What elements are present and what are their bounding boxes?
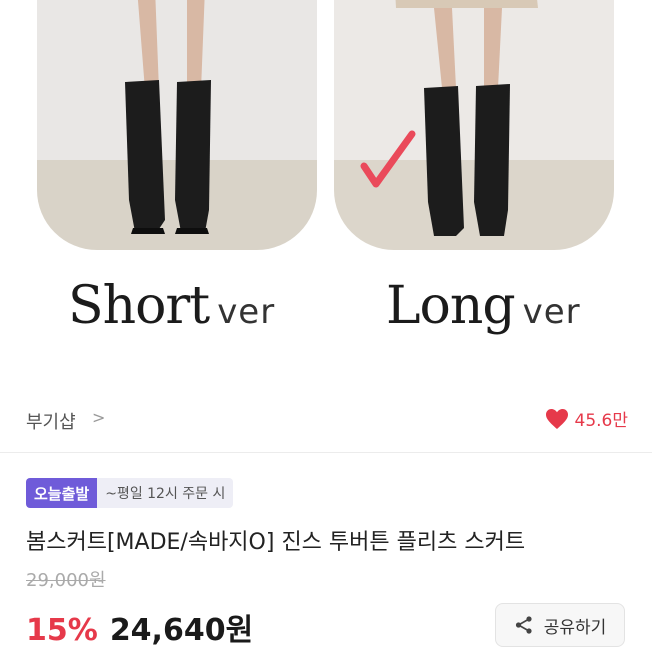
product-image[interactable]: Short ver Long ver — [0, 0, 652, 380]
like-button[interactable]: 45.6만 — [545, 406, 629, 431]
divider — [0, 452, 652, 453]
store-row: 부기샵 > 45.6만 — [0, 400, 652, 440]
store-name-link[interactable]: 부기샵 — [26, 408, 76, 434]
sale-price: 24,640원 — [109, 613, 254, 648]
shipping-badges: 오늘출발 ~평일 12시 주문 시 — [26, 478, 234, 508]
like-count: 45.6만 — [574, 411, 629, 431]
short-version-photo — [37, 0, 317, 250]
share-icon — [515, 616, 532, 634]
share-label: 공유하기 — [543, 617, 607, 638]
shipping-cutoff-badge: ~평일 12시 주문 시 — [97, 478, 234, 508]
discount-rate: 15% — [26, 613, 98, 648]
long-version-photo — [334, 0, 614, 250]
short-label: Short — [68, 276, 210, 336]
today-shipping-badge: 오늘출발 — [26, 478, 98, 508]
short-suffix: ver — [217, 292, 276, 332]
price-row: 15% 24,640원 — [26, 605, 253, 649]
product-title: 봄스커트[MADE/속바지O] 진스 투버튼 플리츠 스커트 — [26, 530, 526, 555]
short-version-label: Short ver — [68, 276, 275, 336]
heart-icon — [545, 408, 568, 429]
long-label: Long — [386, 276, 516, 336]
original-price: 29,000원 — [26, 570, 106, 591]
chevron-right-icon[interactable]: > — [92, 408, 105, 427]
share-button[interactable]: 공유하기 — [495, 603, 625, 647]
long-suffix: ver — [522, 292, 581, 332]
long-version-label: Long ver — [386, 276, 581, 336]
